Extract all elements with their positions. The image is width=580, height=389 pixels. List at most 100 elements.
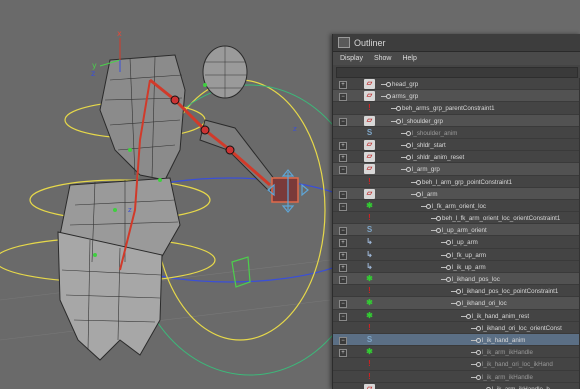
menu-display[interactable]: Display	[340, 55, 363, 62]
collapse-toggle[interactable]: −	[339, 190, 347, 199]
outliner-row-label: l_ikhand_pos_loc_pointConstraint1	[462, 288, 559, 296]
expand-toggle[interactable]: +	[339, 251, 347, 260]
expand-toggle[interactable]: +	[339, 239, 347, 248]
outliner-row[interactable]: − ✱ l_ikhand_ori_loc	[333, 297, 580, 310]
outliner-row-label: l_ik_arm_ikHandle	[482, 349, 533, 357]
outliner-panel: Outliner Display Show Help + ▱ head_grp − ▱ a…	[332, 34, 580, 389]
collapse-toggle[interactable]: −	[339, 336, 347, 345]
node-dot	[456, 289, 461, 295]
node-dot	[466, 313, 471, 319]
outliner-row-label: l_ik_up_arm	[452, 263, 486, 271]
outliner-row-label: l_fk_up_arm	[452, 251, 487, 259]
outliner-row-label: beh_l_fk_arm_orient_loc_orientConstraint…	[442, 215, 561, 223]
outliner-row[interactable]: + ▱ head_grp	[333, 78, 580, 91]
node-dot	[396, 118, 401, 124]
node-dot	[476, 362, 481, 368]
grp-node-icon: ▱	[364, 164, 375, 175]
collapse-toggle[interactable]: −	[339, 300, 347, 309]
outliner-row[interactable]: + ↳ l_ik_up_arm	[333, 261, 580, 273]
outliner-row-label: beh_arms_grp_parentConstraint1	[402, 105, 495, 113]
collapse-toggle[interactable]: −	[339, 93, 347, 102]
outliner-row-label: l_ik_arm_ikHandle	[482, 373, 533, 381]
menu-help[interactable]: Help	[402, 55, 416, 62]
outliner-row[interactable]: ▱l_ik_arm_ikHandle_b	[333, 383, 580, 389]
outliner-row[interactable]: ! beh_arms_grp_parentConstraint1	[333, 102, 580, 115]
outliner-row-label: l_up_arm	[452, 239, 478, 247]
move-manipulator[interactable]	[267, 169, 309, 213]
con-node-icon: !	[368, 371, 371, 381]
menu-show[interactable]: Show	[374, 55, 392, 62]
outliner-row-label: l_shldr_anim_reset	[412, 154, 465, 162]
outliner-row[interactable]: ! l_ikhand_pos_loc_pointConstraint1	[333, 285, 580, 298]
outliner-row[interactable]: − Sl_ik_hand_anim	[333, 333, 580, 347]
outliner-row[interactable]: − ▱ arms_grp	[333, 90, 580, 103]
ik-hand-control[interactable]	[271, 177, 299, 203]
outliner-filter-input[interactable]	[336, 67, 578, 78]
axis-label-x: x	[117, 29, 122, 38]
expand-toggle[interactable]: +	[339, 141, 347, 150]
expand-toggle[interactable]: +	[339, 349, 347, 358]
outliner-row-label: l_arm_grp	[412, 166, 440, 174]
outliner-row[interactable]: Sl_shoulder_anim	[333, 127, 580, 139]
outliner-row-label: arms_grp	[392, 93, 419, 101]
axis-label-z-small-2: z	[293, 125, 297, 133]
loc-node-icon: ✱	[366, 274, 373, 283]
con-node-icon: !	[368, 103, 371, 113]
expand-toggle[interactable]: +	[339, 154, 347, 163]
grp-node-icon: ▱	[364, 152, 375, 163]
node-dot	[406, 142, 411, 148]
axis-label-z-small: z	[128, 206, 132, 214]
collapse-toggle[interactable]: −	[339, 117, 347, 126]
node-dot	[416, 191, 421, 197]
grp-node-icon: ▱	[364, 79, 375, 89]
node-dot	[436, 216, 441, 222]
outliner-row[interactable]: − ✱ l_fk_arm_orient_loc	[333, 200, 580, 213]
outliner-row-label: l_ik_hand_anim	[482, 336, 526, 344]
outliner-row[interactable]: ! l_ik_arm_ikHandle	[333, 371, 580, 383]
outliner-row[interactable]: + ▱ l_shldr_anim_reset	[333, 151, 580, 164]
outliner-menubar: Display Show Help	[333, 52, 580, 65]
outliner-row[interactable]: + ✱ l_ik_arm_ikHandle	[333, 346, 580, 359]
node-dot	[416, 179, 421, 185]
node-dot	[446, 240, 451, 246]
node-dot	[476, 374, 481, 380]
outliner-row-label: l_shoulder_grp	[402, 117, 443, 125]
loc-node-icon: ✱	[366, 347, 373, 357]
outliner-row[interactable]: + ▱ l_shldr_start	[333, 139, 580, 152]
outliner-row[interactable]: + ↳ l_up_arm	[333, 236, 580, 249]
node-dot	[476, 325, 481, 331]
outliner-row[interactable]: ! l_ik_hand_ori_loc_ikHand	[333, 358, 580, 371]
par-node-icon: ↳	[366, 237, 373, 247]
outliner-row-label: beh_l_arm_grp_pointConstraint1	[422, 178, 513, 186]
outliner-row[interactable]: + ↳ l_fk_up_arm	[333, 249, 580, 261]
outliner-row[interactable]: − ▱ l_shoulder_grp	[333, 114, 580, 127]
collapse-toggle[interactable]: −	[339, 166, 347, 175]
node-dot	[446, 277, 451, 282]
con-node-icon: !	[368, 286, 371, 296]
outliner-row[interactable]: ! beh_l_arm_grp_pointConstraint1	[333, 176, 580, 188]
locator-box[interactable]	[231, 256, 251, 288]
outliner-titlebar[interactable]: Outliner	[333, 34, 580, 52]
outliner-row[interactable]: − ✱ l_ik_hand_anim_rest	[333, 310, 580, 322]
outliner-row[interactable]: − ▱ l_arm	[333, 187, 580, 200]
collapse-toggle[interactable]: −	[339, 202, 347, 211]
node-dot	[446, 264, 451, 270]
expand-toggle[interactable]: +	[339, 263, 347, 272]
outliner-row[interactable]: − ▱ l_arm_grp	[333, 163, 580, 176]
outliner-row-label: l_shoulder_anim	[412, 129, 458, 137]
outliner-row-label: l_fk_arm_orient_loc	[432, 202, 486, 210]
node-dot	[406, 155, 411, 161]
outliner-row-label: l_ikhand_ori_loc_orientConst	[482, 324, 562, 332]
node-dot	[446, 252, 451, 258]
par-node-icon: ↳	[366, 261, 373, 271]
outliner-row[interactable]: − ✱ l_ikhand_pos_loc	[333, 273, 580, 286]
outliner-row[interactable]: − Sl_up_arm_orient	[333, 224, 580, 237]
collapse-toggle[interactable]: −	[339, 227, 347, 236]
node-dot	[436, 228, 441, 234]
node-dot	[476, 337, 481, 343]
outliner-row[interactable]: ! l_ikhand_ori_loc_orientConst	[333, 322, 580, 334]
outliner-row[interactable]: ! beh_l_fk_arm_orient_loc_orientConstrain…	[333, 212, 580, 225]
collapse-toggle[interactable]: −	[339, 312, 347, 321]
collapse-toggle[interactable]: −	[339, 276, 347, 284]
expand-toggle[interactable]: +	[339, 81, 347, 89]
